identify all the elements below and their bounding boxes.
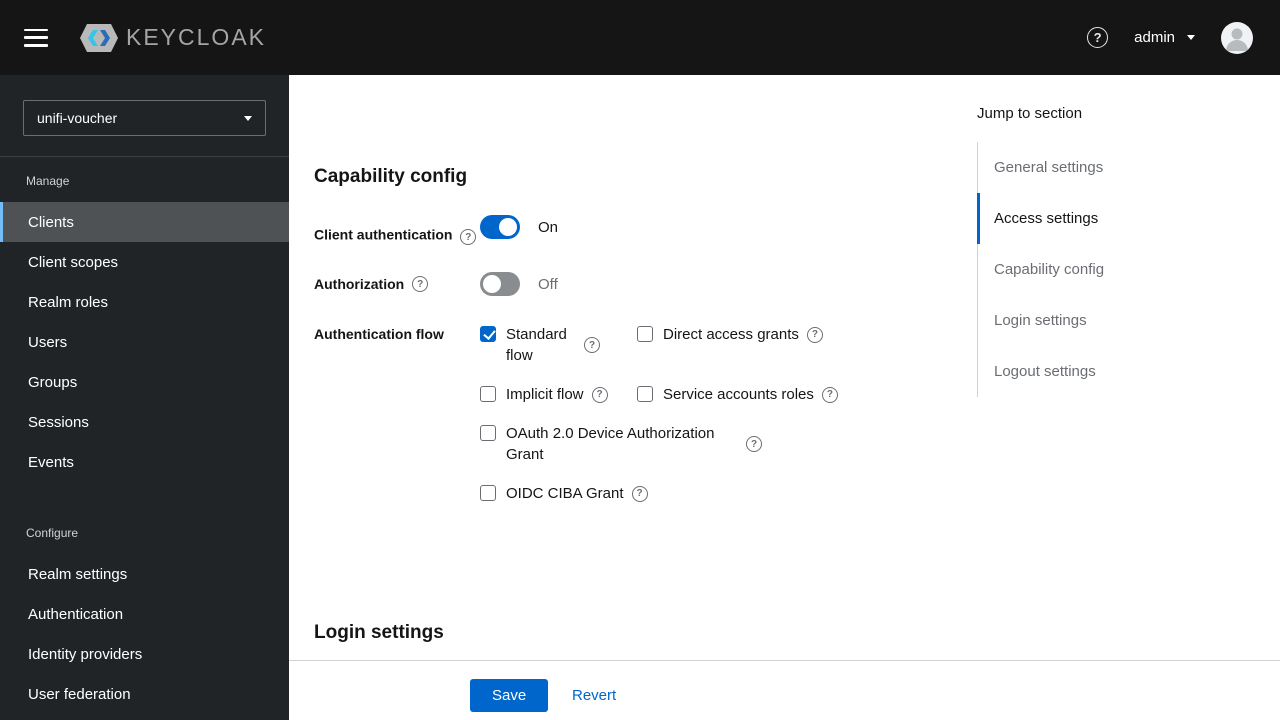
realm-selector-value: unifi-voucher — [37, 110, 118, 126]
client-authentication-toggle[interactable] — [480, 215, 520, 239]
keycloak-logo: KEYCLOAK — [78, 23, 266, 53]
sidebar-item-client-scopes[interactable]: Client scopes — [0, 242, 289, 282]
capability-config-form: Client authentication On Authorization O… — [314, 215, 914, 504]
help-icon[interactable] — [631, 485, 648, 502]
service-accounts-roles-checkbox[interactable] — [637, 386, 653, 402]
sidebar-item-groups[interactable]: Groups — [0, 362, 289, 402]
sidebar-item-sessions[interactable]: Sessions — [0, 402, 289, 442]
hamburger-menu-icon[interactable] — [24, 28, 48, 47]
nav-group-label: Manage — [26, 174, 70, 188]
jump-item-logout-settings[interactable]: Logout settings — [977, 346, 1197, 397]
sidebar-item-realm-settings[interactable]: Realm settings — [0, 554, 289, 594]
jump-to-section-nav: Jump to section General settings Access … — [977, 105, 1197, 397]
jump-item-access-settings[interactable]: Access settings — [977, 193, 1197, 244]
authentication-flow-label: Authentication flow — [314, 326, 444, 342]
nav-group-configure: Configure Realm settings Authentication … — [0, 526, 289, 714]
save-button[interactable]: Save — [470, 679, 549, 712]
nav-group-label: Configure — [26, 526, 79, 540]
help-icon[interactable] — [584, 337, 600, 353]
option-standard-flow: Standard flow — [480, 324, 637, 366]
help-icon[interactable] — [1087, 27, 1109, 48]
authentication-flow-options: Standard flow Direct access grants Impli… — [480, 322, 914, 504]
nav-group-manage: Manage Clients Client scopes Realm roles… — [0, 174, 289, 482]
client-authentication-label: Client authentication — [314, 215, 480, 245]
checkbox-label: OIDC CIBA Grant — [506, 485, 624, 502]
sidebar-item-authentication[interactable]: Authentication — [0, 594, 289, 634]
capability-config-heading: Capability config — [314, 166, 468, 187]
keycloak-logo-icon — [78, 23, 120, 53]
sidebar-item-realm-roles[interactable]: Realm roles — [0, 282, 289, 322]
option-oauth-device-grant: OAuth 2.0 Device Authorization Grant — [480, 423, 914, 465]
user-menu-label: admin — [1134, 29, 1175, 46]
sidebar-item-events[interactable]: Events — [0, 442, 289, 482]
jump-item-capability-config[interactable]: Capability config — [977, 244, 1197, 295]
checkbox-label: Service accounts roles — [663, 386, 814, 403]
realm-selector-dropdown[interactable]: unifi-voucher — [23, 100, 266, 136]
authentication-flow-row: Authentication flow Standard flow Direct… — [314, 322, 914, 504]
help-icon[interactable] — [460, 229, 477, 245]
implicit-flow-checkbox[interactable] — [480, 386, 496, 402]
oauth-device-grant-checkbox[interactable] — [480, 425, 496, 441]
option-oidc-ciba-grant: OIDC CIBA Grant — [480, 483, 914, 504]
revert-link[interactable]: Revert — [572, 687, 616, 704]
help-icon[interactable] — [412, 276, 429, 292]
sidebar: unifi-voucher Manage Clients Client scop… — [0, 75, 289, 720]
authorization-row: Authorization Off — [314, 272, 914, 296]
chevron-down-icon — [1187, 35, 1195, 40]
standard-flow-checkbox[interactable] — [480, 326, 496, 342]
sidebar-item-users[interactable]: Users — [0, 322, 289, 362]
help-icon[interactable] — [591, 386, 608, 403]
option-direct-access-grants: Direct access grants — [637, 324, 914, 366]
help-icon[interactable] — [746, 436, 762, 452]
oidc-ciba-grant-checkbox[interactable] — [480, 485, 496, 501]
checkbox-label: Direct access grants — [663, 326, 799, 343]
user-menu-dropdown[interactable]: admin — [1134, 29, 1195, 46]
jump-item-general-settings[interactable]: General settings — [977, 142, 1197, 193]
chevron-down-icon — [244, 115, 252, 121]
main-content: Capability config Client authentication … — [289, 75, 1280, 720]
client-authentication-state: On — [538, 218, 559, 236]
masthead: KEYCLOAK admin — [0, 0, 1280, 75]
sidebar-item-clients[interactable]: Clients — [0, 202, 289, 242]
direct-access-grants-checkbox[interactable] — [637, 326, 653, 342]
option-service-accounts-roles: Service accounts roles — [637, 384, 914, 405]
jump-item-login-settings[interactable]: Login settings — [977, 295, 1197, 346]
client-authentication-row: Client authentication On — [314, 215, 914, 245]
checkbox-label: Standard flow — [506, 326, 567, 364]
authorization-label: Authorization — [314, 272, 480, 292]
option-implicit-flow: Implicit flow — [480, 384, 637, 405]
form-actions-bar: Save Revert — [289, 660, 1280, 720]
login-settings-heading: Login settings — [314, 622, 444, 643]
sidebar-item-user-federation[interactable]: User federation — [0, 674, 289, 714]
help-icon[interactable] — [821, 386, 838, 403]
brand-wordmark: KEYCLOAK — [126, 24, 266, 50]
help-icon[interactable] — [806, 326, 823, 343]
avatar[interactable] — [1221, 21, 1253, 54]
authorization-toggle[interactable] — [480, 272, 520, 296]
checkbox-label: Implicit flow — [506, 386, 584, 403]
checkbox-label: OAuth 2.0 Device Authorization Grant — [506, 425, 715, 463]
sidebar-item-identity-providers[interactable]: Identity providers — [0, 634, 289, 674]
jump-nav-title: Jump to section — [977, 105, 1083, 122]
authorization-state: Off — [538, 275, 558, 293]
